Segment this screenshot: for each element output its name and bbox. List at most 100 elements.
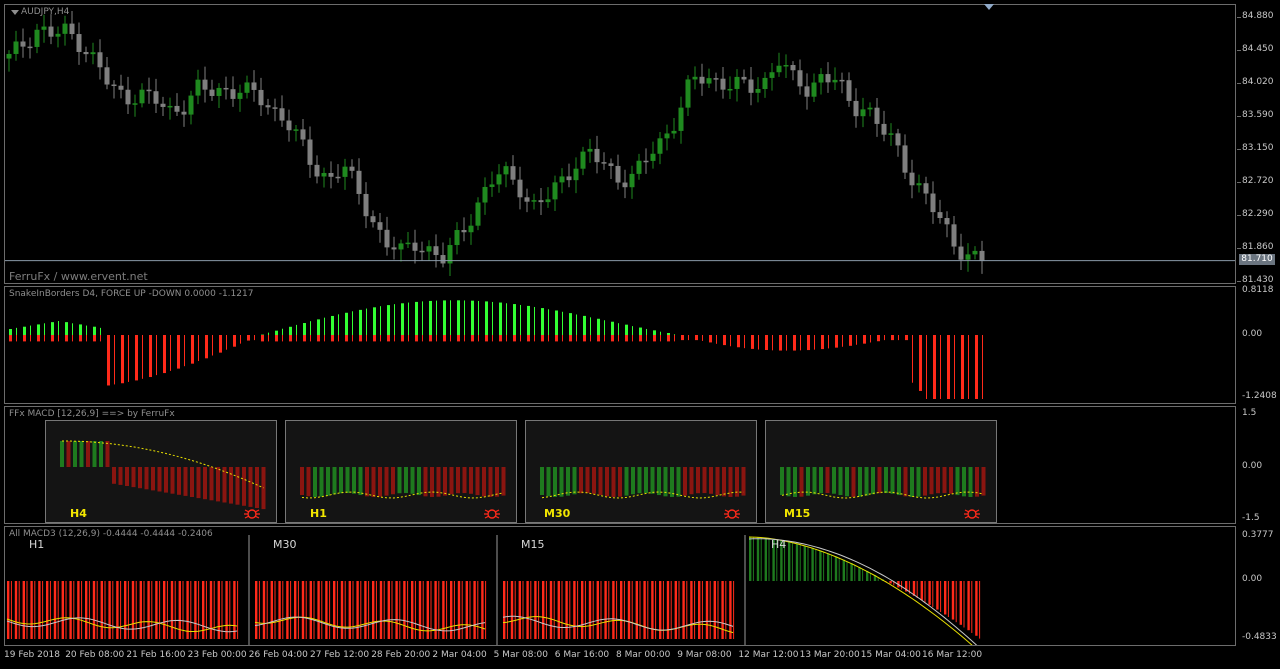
snake-bar-up xyxy=(310,321,311,335)
macd-bar-down xyxy=(557,581,560,639)
candle-body xyxy=(83,51,89,55)
candle-body xyxy=(923,183,929,194)
macd-bar-down xyxy=(592,581,594,639)
macd-bar-up xyxy=(834,556,838,581)
candle-body xyxy=(685,79,691,108)
macd-bar-down xyxy=(34,581,36,639)
candle-body xyxy=(937,212,943,219)
ffx-bar-green xyxy=(572,467,577,495)
candle-body xyxy=(90,52,96,55)
macd-bar-down xyxy=(643,581,646,639)
macd-bar-down xyxy=(569,581,571,639)
axis-tick-label: -1.5 xyxy=(1242,513,1260,523)
ffx-bar-green xyxy=(890,467,895,494)
axis-tick-label: 0.00 xyxy=(1242,329,1263,339)
candle-body xyxy=(293,129,299,131)
snake-bar-down xyxy=(135,335,138,381)
ffx-bar-red xyxy=(929,467,934,495)
chart-shift-marker[interactable] xyxy=(984,4,994,10)
time-axis[interactable]: 19 Feb 2018 20 Feb 08:00 21 Feb 16:00 23 Fe… xyxy=(0,646,1237,669)
price-tick-mark xyxy=(1237,149,1241,150)
ffx-bar-red xyxy=(235,467,240,505)
timeframe-label: M30 xyxy=(544,507,571,520)
macd-bar-down xyxy=(709,581,711,639)
macd-bar-down xyxy=(73,581,75,639)
candle-body xyxy=(965,254,971,260)
macd-bar-down xyxy=(514,581,516,639)
snake-bar-down xyxy=(464,335,465,342)
snake-bar-down xyxy=(884,335,885,341)
snake-indicator-pane[interactable]: SnakeInBorders D4, FORCE UP -DOWN 0.0000… xyxy=(4,286,1236,404)
ffx-bar-red xyxy=(469,467,473,494)
axis-tick-label: -1.2408 xyxy=(1242,391,1277,401)
price-pane[interactable]: AUDJPY,H4 FerruFx / www.ervent.net xyxy=(4,4,1236,284)
all-macd-chart xyxy=(6,535,981,645)
candle-body xyxy=(594,148,600,163)
candle-body xyxy=(97,52,103,68)
candle-body xyxy=(48,26,54,37)
ffx-signal-line xyxy=(301,491,504,499)
snake-bar-down xyxy=(674,335,675,342)
ffx-bar-red xyxy=(683,467,687,496)
candle-body xyxy=(356,170,362,194)
macd-bar-down xyxy=(194,581,197,639)
candle-body xyxy=(818,74,824,83)
snake-bar-up xyxy=(51,322,54,335)
snake-bar-down xyxy=(352,335,353,342)
snake-bar-up xyxy=(541,308,544,335)
macd-bar-down xyxy=(266,581,268,639)
snake-bar-up xyxy=(303,323,306,335)
candle-body xyxy=(902,145,908,173)
macd-bar-down xyxy=(565,581,568,639)
ffx-bar-red xyxy=(443,467,447,496)
snake-bar-up xyxy=(583,315,586,335)
snake-bar-up xyxy=(268,332,269,335)
all-macd-pane[interactable]: All MACD3 (12,26,9) -0.4444 -0.4444 -0.2… xyxy=(4,526,1236,646)
time-tick-label: 19 Feb 2018 xyxy=(4,650,61,660)
snake-bar-up xyxy=(317,319,320,335)
snake-bar-down xyxy=(415,335,418,342)
ffx-macd-pane[interactable]: FFx MACD [12,26,9] ==> by FerruFx H4 H1 … xyxy=(4,406,1236,524)
macd-bar-down xyxy=(916,581,918,598)
candle-body xyxy=(468,225,474,233)
price-tick-label: 84.450 xyxy=(1242,44,1274,54)
candle-body xyxy=(237,92,243,99)
chevron-down-icon[interactable] xyxy=(11,10,19,15)
macd-bar-down xyxy=(85,581,88,639)
snake-bar-up xyxy=(72,323,73,335)
snake-indicator-label: SnakeInBorders D4, FORCE UP -DOWN 0.0000… xyxy=(9,289,254,299)
macd-bar-down xyxy=(670,581,672,639)
macd-bar-down xyxy=(655,581,657,639)
snake-bar-down xyxy=(660,335,661,342)
macd-bar-up xyxy=(827,553,830,581)
ffx-bar-red xyxy=(229,467,233,504)
ffx-bar-red xyxy=(923,467,927,496)
price-axis[interactable]: 84.880 84.450 84.020 83.590 83.150 82.720 82.2… xyxy=(1237,0,1280,669)
macd-bar-down xyxy=(333,581,336,639)
macd-bar-up xyxy=(760,537,762,581)
macd-bar-down xyxy=(297,581,299,639)
ffx-bar-red xyxy=(118,467,123,485)
ffx-bar-green xyxy=(553,467,557,497)
snake-bar-down xyxy=(793,335,796,351)
macd-bar-down xyxy=(205,581,207,639)
candle-body xyxy=(307,139,313,165)
macd-bar-down xyxy=(309,581,312,639)
macd-bar-down xyxy=(88,581,90,639)
candle-body xyxy=(573,168,579,181)
macd-bar-down xyxy=(442,581,445,639)
macd-bar-down xyxy=(317,581,320,639)
macd-bar-up xyxy=(815,549,817,581)
macd-bar-up xyxy=(862,568,864,581)
macd-bar-down xyxy=(553,581,555,639)
macd-bar-down xyxy=(336,581,338,639)
ffx-bar-green xyxy=(352,467,356,494)
snake-bar-down xyxy=(919,335,922,391)
price-tick-label: 81.860 xyxy=(1242,242,1274,252)
snake-bar-down xyxy=(443,335,446,342)
macd-bar-down xyxy=(407,581,409,639)
snake-bar-down xyxy=(317,335,320,342)
macd-bar-down xyxy=(344,581,346,639)
snake-bar-down xyxy=(450,335,451,342)
ffx-bar-red xyxy=(378,467,382,497)
